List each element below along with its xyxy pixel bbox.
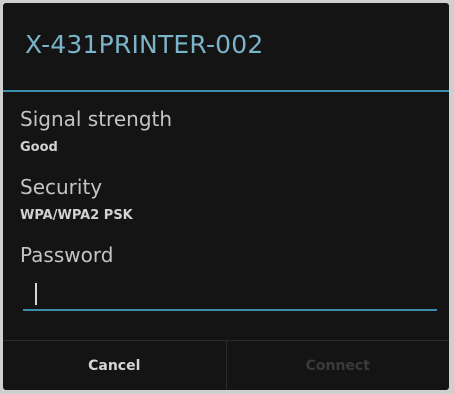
signal-strength-value: Good: [20, 140, 58, 155]
password-label: Password: [20, 243, 114, 267]
title-divider: [3, 90, 449, 92]
cancel-button[interactable]: Cancel: [3, 341, 227, 390]
security-value: WPA/WPA2 PSK: [20, 208, 133, 223]
signal-strength-label: Signal strength: [20, 107, 173, 131]
dialog-title: X-431PRINTER-002: [25, 30, 264, 59]
security-label: Security: [20, 175, 103, 199]
dialog-button-bar: Cancel Connect: [3, 340, 449, 390]
text-cursor: [35, 283, 37, 305]
password-input[interactable]: [23, 275, 437, 311]
connect-button[interactable]: Connect: [227, 341, 450, 390]
wifi-connect-dialog: X-431PRINTER-002 Signal strength Good Se…: [3, 3, 449, 390]
